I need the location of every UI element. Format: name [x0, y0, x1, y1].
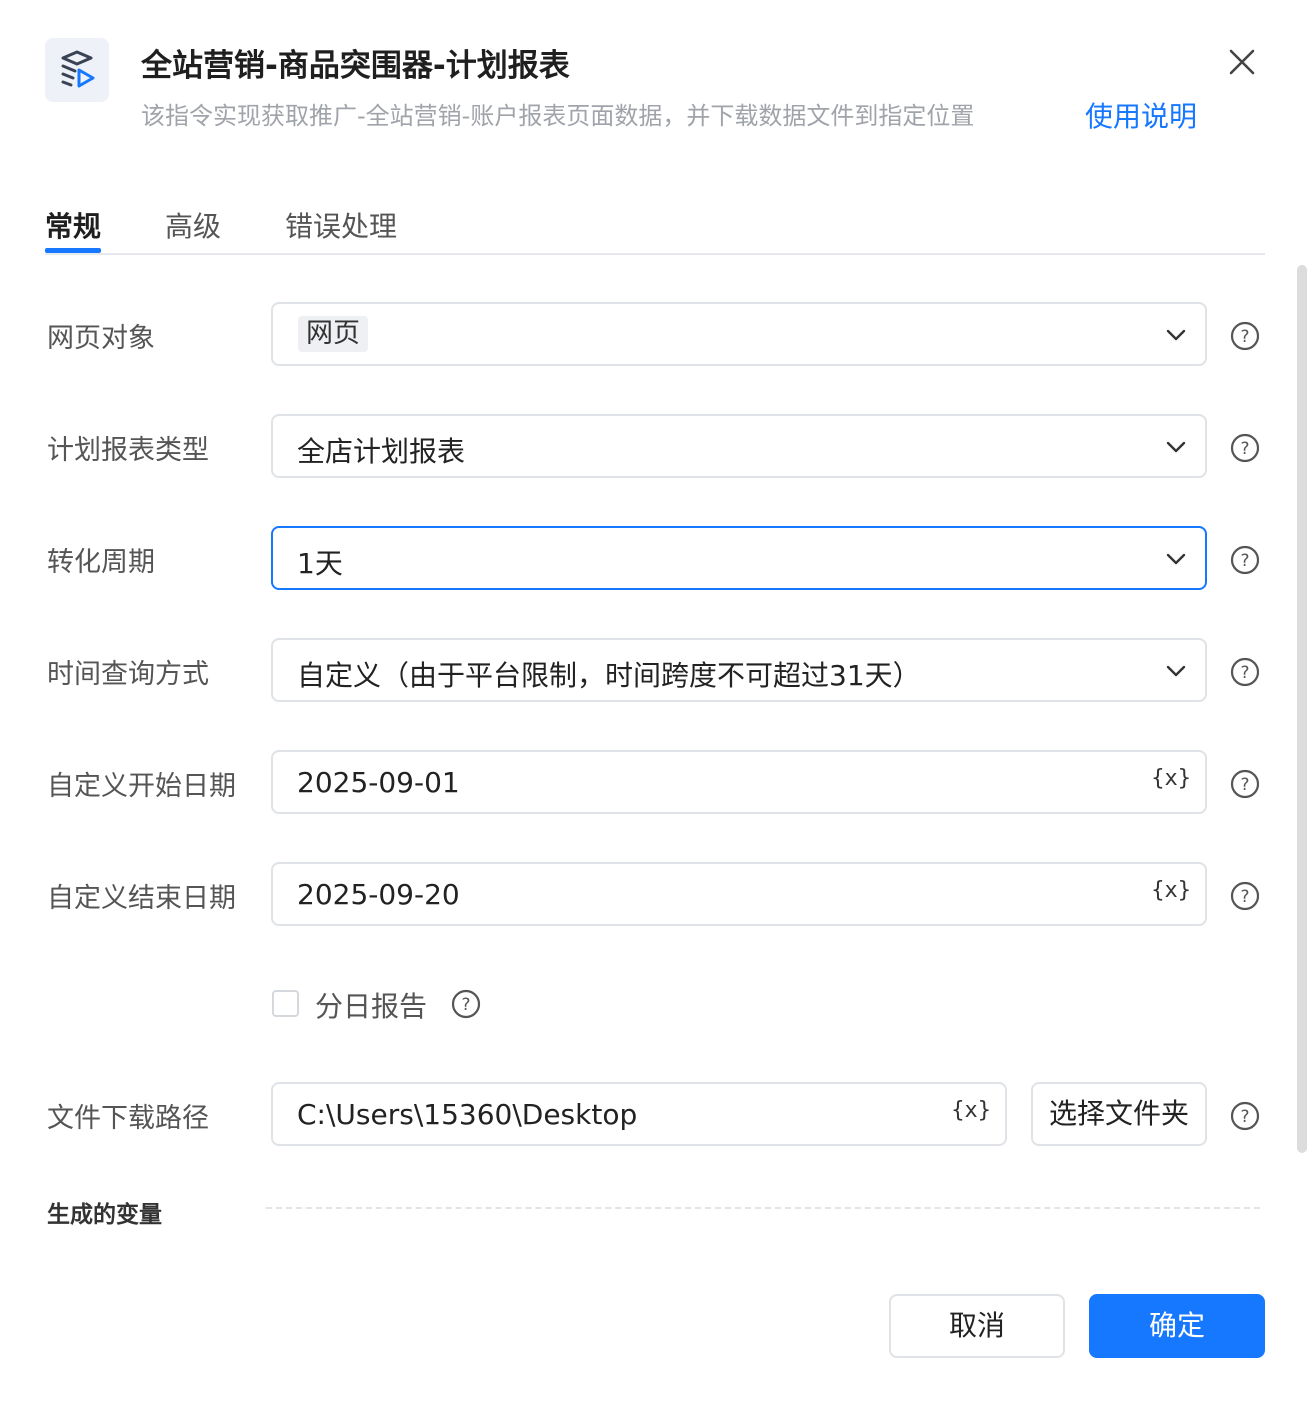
start-date-label: 自定义开始日期 — [47, 771, 236, 802]
conversion-period-label: 转化周期 — [47, 547, 155, 578]
help-icon[interactable]: ? — [1229, 1100, 1261, 1132]
chevron-down-icon — [1166, 665, 1186, 677]
variable-icon[interactable]: {x} — [1151, 766, 1191, 791]
close-icon[interactable] — [1226, 46, 1258, 78]
svg-text:?: ? — [1240, 439, 1249, 459]
daily-report-label: 分日报告 — [315, 990, 428, 1023]
report-type-select[interactable]: 全店计划报表 — [271, 414, 1207, 478]
svg-text:?: ? — [1240, 775, 1249, 795]
variable-icon[interactable]: {x} — [1151, 878, 1191, 903]
dialog-title: 全站营销-商品突围器-计划报表 — [141, 48, 570, 84]
section-divider — [266, 1207, 1260, 1209]
time-query-mode-select[interactable]: 自定义（由于平台限制，时间跨度不可超过31天） — [271, 638, 1207, 702]
start-date-value: 2025-09-01 — [297, 766, 460, 799]
download-path-input[interactable]: C:\Users\15360\Desktop {x} — [271, 1082, 1007, 1146]
svg-text:?: ? — [461, 995, 470, 1015]
tab-error-handling[interactable]: 错误处理 — [285, 205, 397, 245]
dialog-subtitle: 该指令实现获取推广-全站营销-账户报表页面数据，并下载数据文件到指定位置 — [141, 102, 975, 130]
help-icon[interactable]: ? — [1229, 880, 1261, 912]
svg-text:?: ? — [1240, 1107, 1249, 1127]
svg-text:?: ? — [1240, 327, 1249, 347]
usage-help-link[interactable]: 使用说明 — [1085, 95, 1197, 135]
help-icon[interactable]: ? — [450, 988, 482, 1020]
download-path-label: 文件下载路径 — [47, 1103, 209, 1134]
scrollbar[interactable] — [1297, 265, 1307, 1153]
report-type-value: 全店计划报表 — [297, 435, 466, 468]
web-object-tag: 网页 — [298, 316, 368, 352]
svg-text:?: ? — [1240, 663, 1249, 683]
help-icon[interactable]: ? — [1229, 432, 1261, 464]
cancel-button[interactable]: 取消 — [889, 1294, 1065, 1358]
time-query-mode-value: 自定义（由于平台限制，时间跨度不可超过31天） — [297, 659, 921, 692]
end-date-input[interactable]: 2025-09-20 {x} — [271, 862, 1207, 926]
command-icon — [45, 38, 109, 102]
time-query-mode-label: 时间查询方式 — [47, 659, 209, 690]
chevron-down-icon — [1166, 329, 1186, 341]
variable-icon[interactable]: {x} — [951, 1098, 991, 1123]
report-type-label: 计划报表类型 — [47, 435, 209, 466]
conversion-period-select[interactable]: 1天 — [271, 526, 1207, 590]
svg-text:?: ? — [1240, 551, 1249, 571]
generated-variables-title: 生成的变量 — [47, 1202, 162, 1228]
tab-bar: 常规 高级 错误处理 — [45, 200, 1265, 255]
web-object-label: 网页对象 — [47, 323, 155, 354]
svg-text:?: ? — [1240, 887, 1249, 907]
select-folder-button[interactable]: 选择文件夹 — [1031, 1082, 1207, 1146]
help-icon[interactable]: ? — [1229, 768, 1261, 800]
tab-general[interactable]: 常规 — [45, 205, 101, 245]
download-path-value: C:\Users\15360\Desktop — [297, 1098, 638, 1131]
chevron-down-icon — [1166, 553, 1186, 565]
daily-report-checkbox[interactable] — [272, 990, 299, 1017]
conversion-period-value: 1天 — [297, 547, 343, 580]
tab-advanced[interactable]: 高级 — [165, 205, 221, 245]
end-date-label: 自定义结束日期 — [47, 883, 236, 914]
dialog: 全站营销-商品突围器-计划报表 该指令实现获取推广-全站营销-账户报表页面数据，… — [0, 0, 1310, 1406]
help-icon[interactable]: ? — [1229, 320, 1261, 352]
end-date-value: 2025-09-20 — [297, 878, 460, 911]
active-tab-indicator — [45, 248, 101, 253]
web-object-select[interactable]: 网页 — [271, 302, 1207, 366]
help-icon[interactable]: ? — [1229, 656, 1261, 688]
start-date-input[interactable]: 2025-09-01 {x} — [271, 750, 1207, 814]
chevron-down-icon — [1166, 441, 1186, 453]
confirm-button[interactable]: 确定 — [1089, 1294, 1265, 1358]
help-icon[interactable]: ? — [1229, 544, 1261, 576]
